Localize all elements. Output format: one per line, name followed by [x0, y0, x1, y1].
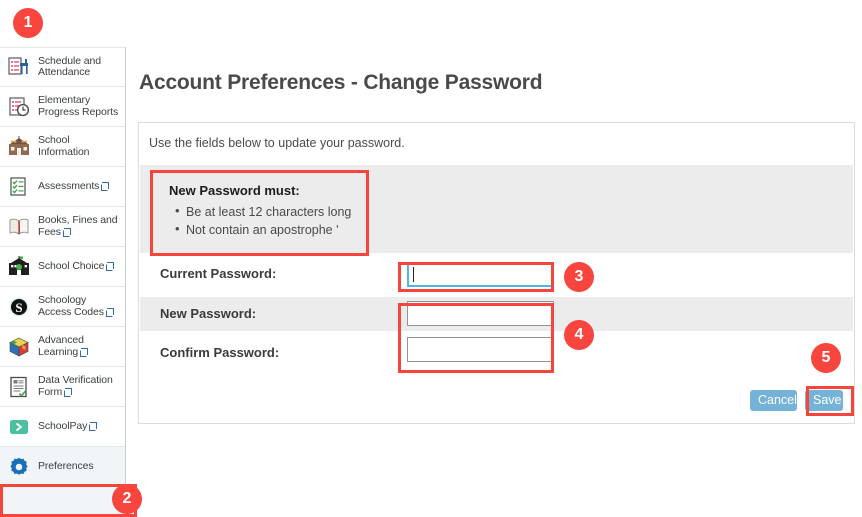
- books-fines-fees-icon: [8, 216, 30, 238]
- school-information-icon: [8, 135, 30, 158]
- annotation-badge-4: 4: [564, 320, 594, 350]
- external-link-icon: [80, 347, 89, 357]
- sidebar-item-school-information[interactable]: School Information: [0, 127, 125, 167]
- schoology-icon: S: [8, 296, 30, 318]
- assessments-icon: [8, 176, 30, 198]
- sidebar-item-preferences[interactable]: Preferences: [0, 447, 125, 487]
- confirm-password-label: Confirm Password:: [160, 345, 280, 360]
- password-rules-title: New Password must:: [169, 183, 300, 198]
- password-rule-item: Be at least 12 characters long: [175, 202, 352, 221]
- sidebar-item-label: Assessments: [38, 180, 110, 193]
- external-link-icon: [89, 421, 98, 431]
- sidebar-item-label: School Choice: [38, 260, 115, 273]
- advanced-learning-icon: [8, 336, 30, 358]
- sidebar-item-assessments[interactable]: Assessments: [0, 167, 125, 207]
- external-link-icon: [105, 307, 114, 317]
- sidebar-item-label: Data Verification Form: [38, 374, 113, 398]
- sidebar-item-elementary-progress-reports[interactable]: Elementary Progress Reports: [0, 87, 125, 127]
- current-password-row: Current Password:: [140, 253, 853, 297]
- sidebar-item-label: Advanced Learning: [38, 334, 121, 358]
- external-link-icon: [64, 387, 73, 397]
- external-link-icon: [62, 227, 71, 237]
- sidebar-item-advanced-learning[interactable]: Advanced Learning: [0, 327, 125, 367]
- sidebar-item-schedule-and-attendance[interactable]: Schedule and Attendance: [0, 47, 125, 87]
- confirm-password-input[interactable]: [407, 337, 554, 362]
- password-rules-row: New Password must: Be at least 12 charac…: [140, 165, 853, 253]
- main-content: Account Preferences - Change Password Us…: [127, 0, 862, 517]
- svg-text:S: S: [15, 300, 22, 315]
- sidebar-item-label: SchoolPay: [38, 420, 98, 433]
- data-verification-icon: [8, 376, 30, 398]
- save-button[interactable]: Save: [805, 390, 843, 411]
- sidebar-item-label: Schoology Access Codes: [38, 294, 121, 318]
- current-password-input[interactable]: [407, 262, 554, 287]
- change-password-card: Use the fields below to update your pass…: [138, 122, 855, 424]
- annotation-badge-5: 5: [811, 343, 841, 373]
- confirm-password-row: Confirm Password:: [140, 331, 853, 375]
- sidebar-item-data-verification-form[interactable]: Data Verification Form: [0, 367, 125, 407]
- password-rule-item: Not contain an apostrophe ': [175, 220, 352, 239]
- annotation-badge-1: 1: [13, 8, 43, 38]
- sidebar-item-schoology-access-codes[interactable]: S Schoology Access Codes: [0, 287, 125, 327]
- sidebar-item-label: Preferences: [38, 459, 94, 472]
- annotation-badge-2: 2: [112, 484, 142, 514]
- sidebar-item-label: Books, Fines and Fees: [38, 214, 118, 238]
- password-rules-list: Be at least 12 characters long Not conta…: [169, 202, 352, 239]
- password-rules-box: New Password must: Be at least 12 charac…: [160, 176, 360, 247]
- sidebar-item-books-fines-and-fees[interactable]: Books, Fines and Fees: [0, 207, 125, 247]
- schedule-attendance-icon: [8, 56, 30, 78]
- text-caret: [413, 267, 414, 282]
- external-link-icon: [101, 181, 110, 191]
- new-password-row: New Password:: [140, 297, 853, 331]
- sidebar-item-schoolpay[interactable]: SchoolPay: [0, 407, 125, 447]
- external-link-icon: [106, 261, 115, 271]
- cancel-button[interactable]: Cancel: [750, 390, 797, 411]
- card-intro-text: Use the fields below to update your pass…: [149, 136, 405, 150]
- school-choice-icon: [8, 255, 30, 278]
- current-password-label: Current Password:: [160, 266, 277, 281]
- sidebar-item-label: School Information: [38, 134, 90, 158]
- gear-icon: [8, 456, 30, 478]
- sidebar: Schedule and Attendance Elementary Progr…: [0, 47, 126, 517]
- new-password-label: New Password:: [160, 306, 257, 321]
- progress-reports-icon: [8, 96, 30, 118]
- schoolpay-icon: [8, 416, 30, 438]
- sidebar-item-label: Elementary Progress Reports: [38, 94, 119, 118]
- sidebar-item-school-choice[interactable]: School Choice: [0, 247, 125, 287]
- sidebar-item-label: Schedule and Attendance: [38, 54, 102, 78]
- page-title: Account Preferences - Change Password: [139, 71, 543, 94]
- annotation-badge-3: 3: [564, 262, 594, 292]
- new-password-input[interactable]: [407, 301, 554, 326]
